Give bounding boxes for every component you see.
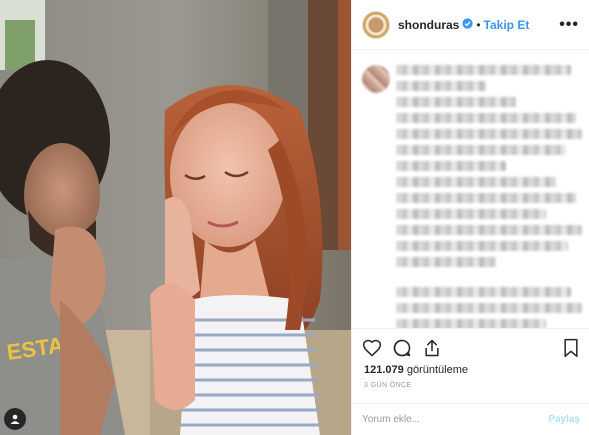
view-count-number: 121.079	[364, 364, 404, 376]
post-media[interactable]: ESTATE	[0, 0, 351, 435]
bookmark-icon[interactable]	[562, 338, 580, 358]
share-icon[interactable]	[422, 338, 442, 358]
caption-area	[352, 51, 589, 328]
post-timestamp[interactable]: 3 GÜN ÖNCE	[364, 382, 412, 389]
post-photo: ESTATE	[0, 0, 351, 435]
comment-form: Paylaş	[352, 403, 589, 435]
post-header: shonduras • Takip Et •••	[352, 0, 589, 50]
author-avatar[interactable]	[362, 10, 390, 39]
post-comment-button[interactable]: Paylaş	[548, 414, 580, 425]
user-tag-badge[interactable]	[4, 408, 26, 430]
follow-button[interactable]: Takip Et	[484, 18, 530, 32]
author-username[interactable]: shonduras	[398, 18, 459, 32]
verified-badge-icon	[462, 16, 473, 34]
comment-bubble-icon[interactable]	[392, 338, 412, 358]
caption-avatar-blurred	[362, 65, 390, 93]
view-count[interactable]: 121.079 görüntüleme	[364, 364, 468, 376]
comment-input[interactable]	[362, 414, 549, 425]
blurred-caption-text	[396, 65, 582, 328]
action-bar	[352, 328, 589, 366]
header-separator: •	[476, 17, 481, 32]
heart-icon[interactable]	[362, 338, 382, 358]
post-side-panel: shonduras • Takip Et ••• 121.079 görüntü…	[351, 0, 589, 435]
user-tag-icon	[10, 414, 20, 424]
view-count-label: görüntüleme	[403, 364, 468, 376]
ellipsis-icon[interactable]: •••	[559, 16, 579, 34]
